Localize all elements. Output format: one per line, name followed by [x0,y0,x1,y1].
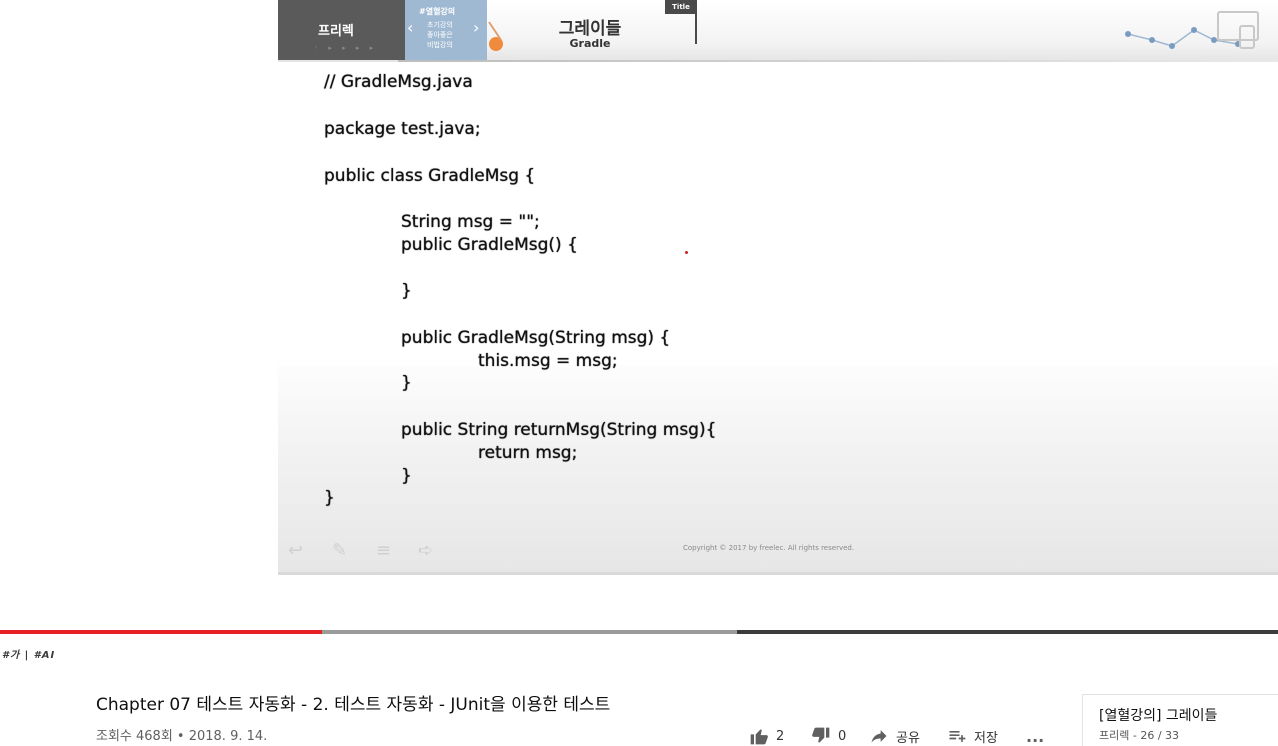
share-label: 공유 [896,730,920,746]
page: 프리렉 ◦ ▸ ▸ ▸ ▸ ‹ #열혈강의 초기강의 좋아좋은 비법강의 › 그… [0,0,1278,746]
progress-played [0,630,323,634]
slide-nav-sub-line: 좋아좋은 [427,31,453,39]
playlist-position: 프리렉 - 26 / 33 [1099,729,1180,742]
hashtag-line[interactable]: #가 | #AI [2,646,55,661]
slide-brand-name: 프리렉 [318,24,354,39]
slide-nav-block: ‹ #열혈강의 초기강의 좋아좋은 비법강의 › [405,0,487,60]
slide-nav-label: #열혈강의 [419,7,456,16]
chevron-right-icon: › [473,18,480,37]
slide-brand-dots: ◦ ▸ ▸ ▸ ▸ [314,44,378,52]
video-meta: 조회수 468회 • 2018. 9. 14. [96,729,268,744]
code-line: } [324,488,335,508]
network-graphic-icon [1125,11,1259,49]
share-arrow-icon [871,730,887,743]
slide-title-korean: 그레이들 [558,19,622,39]
code-line: // GradleMsg.java [324,72,473,92]
code-line: } [401,466,412,486]
code-line: public String returnMsg(String msg){ [401,420,717,440]
more-horizontal-icon: ... [1026,726,1045,746]
code-line: public GradleMsg(String msg) { [401,328,671,348]
slide-header: 프리렉 ◦ ▸ ▸ ▸ ▸ ‹ #열혈강의 초기강의 좋아좋은 비법강의 › 그… [278,0,1278,62]
like-count: 2 [776,728,785,744]
code-line: public class GradleMsg { [324,166,536,186]
thumbs-up-icon [750,729,768,745]
dislike-button[interactable]: 0 [810,724,846,746]
like-button[interactable]: 2 [748,724,784,746]
thumbs-down-icon [812,727,830,743]
slide-brand-block: 프리렉 ◦ ▸ ▸ ▸ ▸ [278,0,405,60]
share-button[interactable]: 공유 [868,724,920,746]
code-line: return msg; [478,443,578,463]
slide-footer: ↩ ✎ ≡ ➪ Copyright © 2017 by freelec. All… [278,530,1278,570]
slide-bottom-edge [278,572,1278,575]
chevron-left-icon: ‹ [407,18,414,37]
slide-nav-sub-line: 비법강의 [427,41,453,49]
code-line: this.msg = msg; [478,351,618,371]
save-label: 저장 [974,730,998,746]
forward-arrow-icon: ➪ [418,540,434,561]
video-progress-bar[interactable] [0,630,1278,634]
code-line: String msg = ""; [401,212,540,232]
slide-copyright: Copyright © 2017 by freelec. All rights … [683,544,855,552]
pointer-dot [685,251,688,254]
video-player[interactable]: 프리렉 ◦ ▸ ▸ ▸ ▸ ‹ #열혈강의 초기강의 좋아좋은 비법강의 › 그… [278,0,1278,575]
video-title: Chapter 07 테스트 자동화 - 2. 테스트 자동화 - JUnit을… [96,695,611,715]
slide-nav-sub: 초기강의 좋아좋은 비법강의 [427,20,453,50]
dislike-count: 0 [838,728,847,744]
save-button[interactable]: 저장 [946,724,998,746]
slide-header-divider [398,60,1278,62]
code-line: } [401,281,412,301]
code-line: } [401,373,412,393]
back-arrow-icon: ↩ [288,540,304,561]
slide-title-tab: Title [665,0,697,44]
playlist-title[interactable]: [열혈강의] 그레이들 [1099,705,1217,725]
more-actions-button[interactable]: ... [1026,724,1044,746]
slide-title: 그레이들 Gradle [555,14,625,50]
menu-icon: ≡ [376,540,392,561]
playlist-panel[interactable]: [열혈강의] 그레이들 프리렉 - 26 / 33 [1082,694,1278,746]
character-decoration-icon [488,21,503,51]
code-line: package test.java; [324,119,481,139]
slide-title-tab-label: Title [665,0,697,14]
code-line: public GradleMsg() { [401,235,578,255]
add-to-playlist-icon [949,731,966,742]
pen-icon: ✎ [332,540,348,561]
slide-nav-sub-line: 초기강의 [427,21,453,29]
